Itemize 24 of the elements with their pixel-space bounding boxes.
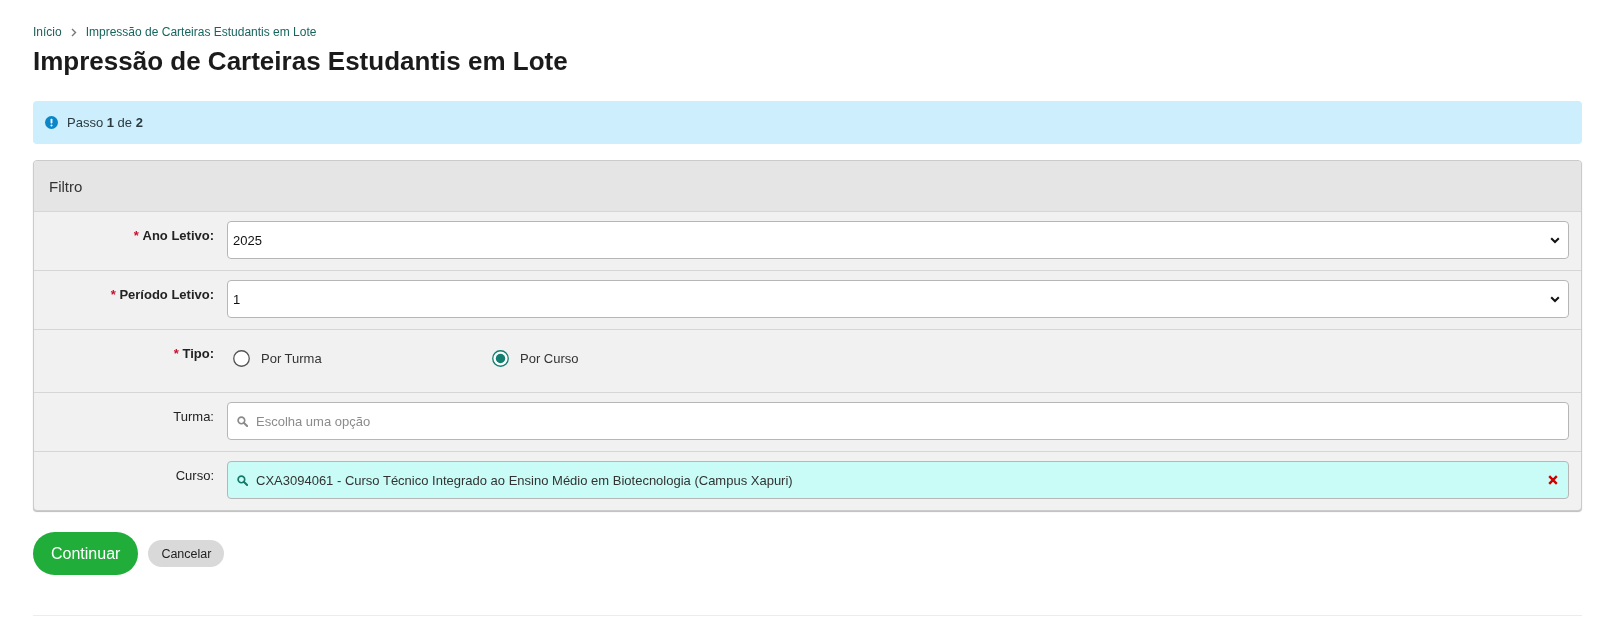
search-field[interactable]: Escolha uma opção: [227, 402, 1569, 440]
panel-title: Filtro: [49, 177, 83, 195]
breadcrumb-current: Impressão de Carteiras Estudantis em Lote: [85, 24, 317, 40]
alert-icon: [45, 116, 58, 129]
field-label: Turma:: [173, 409, 214, 424]
field-label: * Tipo:: [173, 346, 214, 361]
alert-text: Passo 1 de 2: [67, 115, 143, 130]
select-field[interactable]: 2025: [227, 221, 1569, 259]
page-title: Impressão de Carteiras Estudantis em Lote: [33, 45, 569, 77]
field-label: * Período Letivo:: [110, 287, 214, 302]
radio-option[interactable]: Por Curso: [492, 349, 579, 367]
chevron-down-icon: [1550, 295, 1560, 303]
search-field[interactable]: CXA3094061 - Curso Técnico Integrado ao Ensino Médio em Biotecnologia (Campus Xapuri): [227, 461, 1569, 499]
breadcrumb-link[interactable]: Início: [33, 24, 62, 40]
chevron-right-icon: [70, 27, 77, 37]
search-icon: [237, 416, 248, 427]
field-label: Curso:: [175, 468, 214, 483]
field-label: * Ano Letivo:: [133, 228, 214, 243]
radio-option[interactable]: Por Turma: [233, 349, 322, 367]
select-field[interactable]: 1: [227, 280, 1569, 318]
cancel-button[interactable]: Cancelar: [148, 540, 225, 567]
chevron-down-icon: [1550, 236, 1560, 244]
search-icon: [237, 474, 248, 486]
clear-icon[interactable]: [1548, 475, 1558, 485]
